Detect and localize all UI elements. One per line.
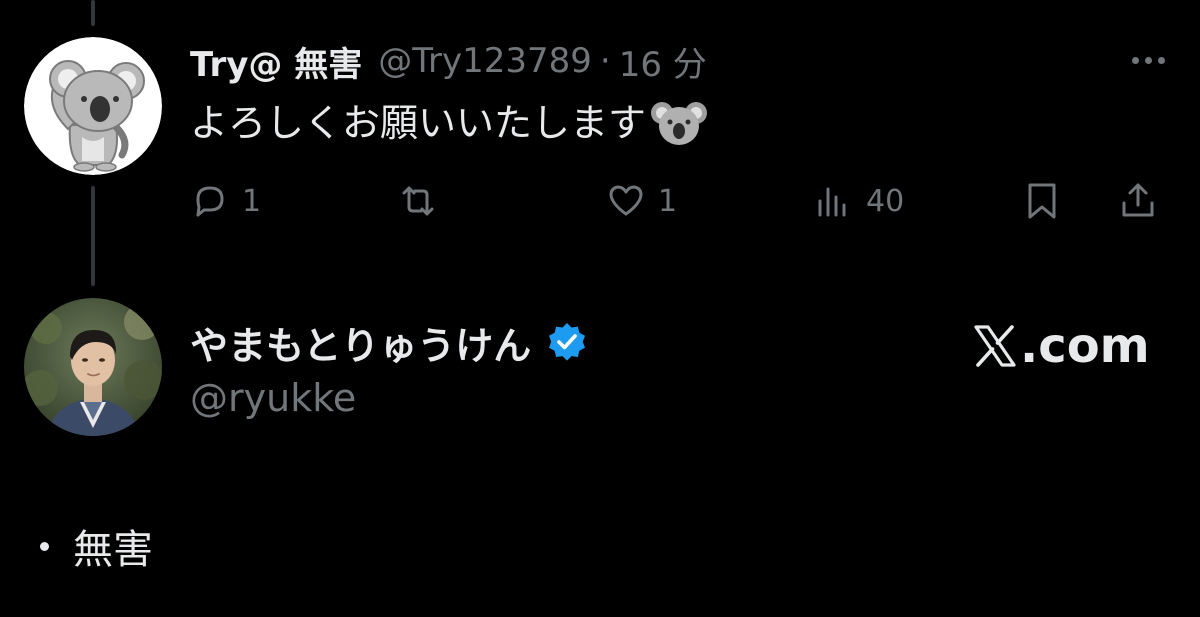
more-options-icon[interactable] [1118,48,1178,72]
quoted-author-name-row[interactable]: やまもとりゅうけん [190,315,589,369]
like-count: 1 [658,183,678,219]
xcom-brand: .com [972,318,1150,374]
thread-line-middle [91,186,95,286]
koala-avatar-icon [24,37,162,175]
thread-line-top [91,0,95,26]
xcom-brand-text: .com [1020,318,1150,374]
reply-count: 1 [242,183,262,219]
quoted-author-handle[interactable]: @ryukke [190,373,356,423]
views-button[interactable]: 40 [812,178,904,224]
reply-timestamp[interactable]: 16 分 [619,37,707,86]
reply-author-handle[interactable]: @Try123789 [378,41,592,81]
reply-button[interactable]: 1 [188,178,261,224]
share-button[interactable] [1116,178,1160,224]
reply-author-name[interactable]: Try@ 無害 [190,37,362,86]
share-icon [1122,183,1154,217]
like-button[interactable]: 1 [604,178,677,224]
repost-button[interactable] [396,178,450,224]
more-dot [1144,56,1152,64]
heart-icon [609,185,643,216]
more-dot [1157,56,1165,64]
reply-text-content: よろしくお願いいたします [190,101,647,145]
bookmark-icon [1028,183,1056,219]
more-dot [1131,56,1139,64]
meta-separator: · [599,41,611,81]
comment-icon [196,186,224,217]
person-photo-avatar-icon [24,298,162,436]
bullet-dot [40,541,49,551]
quoted-author-avatar[interactable] [24,298,162,436]
reply-text: よろしくお願いいたします [190,98,708,148]
views-count: 40 [866,183,905,219]
x-logo-icon [974,325,1016,367]
repost-icon [402,186,434,216]
views-chart-icon [818,187,846,217]
reply-author-avatar[interactable] [24,37,162,175]
bullet-line: 無害 [40,518,153,574]
bullet-text: 無害 [73,527,153,573]
reply-header: Try@ 無害 @Try123789 · 16 分 [190,36,707,86]
koala-emoji-icon [650,98,708,148]
bookmark-button[interactable] [1020,178,1064,224]
verified-badge-icon [549,323,586,361]
quoted-author-name: やまもとりゅうけん [190,323,532,368]
